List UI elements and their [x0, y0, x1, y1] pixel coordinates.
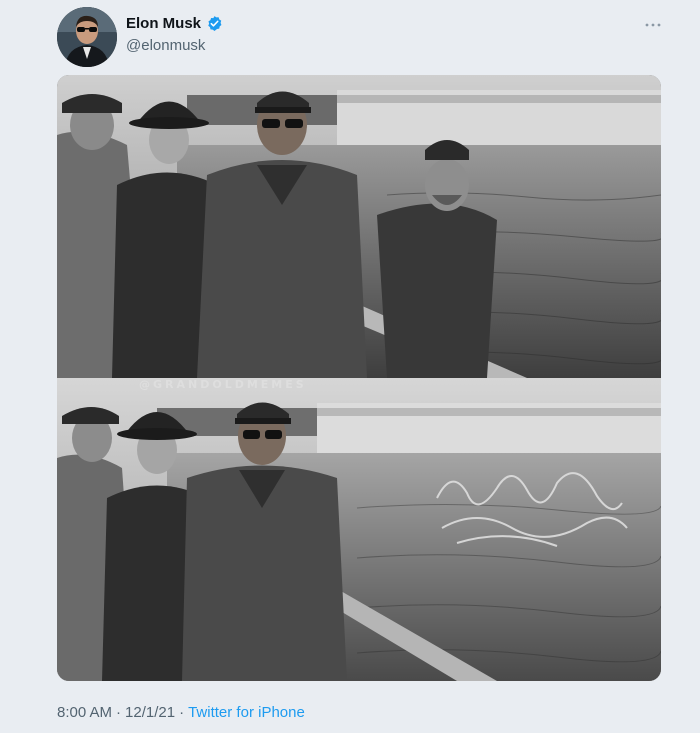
avatar[interactable] [57, 7, 117, 67]
tweet-media-image[interactable]: @GRANDOLDMEMES [57, 75, 661, 681]
meta-separator: · [116, 704, 122, 721]
author-handle[interactable]: @elonmusk [126, 37, 205, 54]
verified-badge-icon [206, 15, 223, 32]
author-name-row: Elon Musk [126, 15, 223, 32]
meta-separator: · [179, 704, 185, 721]
tweet-time[interactable]: 8:00 AM [57, 704, 112, 721]
tweet-date[interactable]: 12/1/21 [125, 704, 175, 721]
tweet-source-link[interactable]: Twitter for iPhone [188, 704, 305, 721]
meme-panel-top [57, 75, 661, 378]
tweet-meta: 8:00 AM · 12/1/21 · Twitter for iPhone [57, 704, 305, 721]
more-options-icon[interactable] [640, 12, 666, 38]
author-display-name[interactable]: Elon Musk [126, 15, 201, 32]
meme-panel-bottom [57, 378, 661, 681]
tweet: Elon Musk @elonmusk @GRANDOLDMEMES 8:00 … [0, 0, 700, 733]
meme-watermark: @GRANDOLDMEMES [139, 378, 307, 391]
